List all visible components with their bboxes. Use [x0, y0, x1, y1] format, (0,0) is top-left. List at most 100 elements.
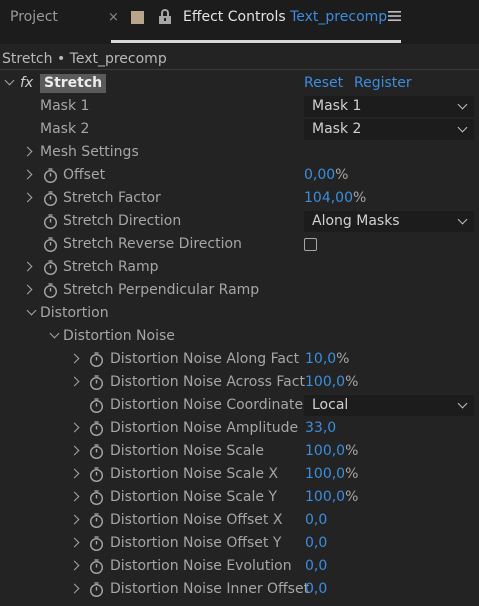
chevron-right-icon[interactable] — [22, 261, 33, 272]
tab-title-label: Effect Controls — [183, 9, 286, 25]
tab-effect-controls[interactable]: Effect Controls Text_precomp — [183, 9, 387, 25]
stopwatch-icon[interactable] — [89, 375, 104, 390]
lock-icon[interactable] — [158, 9, 172, 25]
property-group-distortion-noise[interactable]: Distortion Noise — [0, 325, 479, 348]
chevron-right-icon[interactable] — [69, 468, 80, 479]
fx-icon[interactable]: fx — [20, 72, 33, 95]
chevron-right-icon[interactable] — [22, 284, 33, 295]
dn-amplitude-value[interactable]: 33,0 — [305, 417, 336, 440]
value-unit: % — [336, 351, 350, 367]
chevron-down-icon[interactable] — [26, 305, 37, 316]
reset-link[interactable]: Reset — [304, 72, 343, 95]
stopwatch-icon[interactable] — [89, 559, 104, 574]
dn-scale-x-value[interactable]: 100,0% — [305, 463, 358, 486]
value-number: 100,0 — [305, 443, 346, 459]
stopwatch-icon[interactable] — [89, 467, 104, 482]
chevron-right-icon[interactable] — [69, 422, 80, 433]
tab-project[interactable]: Project — [10, 9, 58, 25]
property-group-distortion[interactable]: Distortion — [0, 302, 479, 325]
dn-offset-y-value[interactable]: 0,0 — [305, 532, 327, 555]
stretch-factor-value[interactable]: 104,00% — [304, 187, 366, 210]
panel-tab-bar: Project × Effect Controls Text_precomp — [0, 0, 479, 44]
stopwatch-icon[interactable] — [43, 260, 58, 275]
property-label: Stretch Factor — [63, 190, 161, 206]
breadcrumb: Stretch • Text_precomp — [0, 48, 479, 70]
property-label: Mask 1 — [40, 98, 90, 114]
stopwatch-icon[interactable] — [43, 168, 58, 183]
mask-2-dropdown[interactable]: Mask 2 — [304, 119, 474, 140]
value-unit: % — [345, 466, 359, 482]
chevron-right-icon[interactable] — [69, 353, 80, 364]
property-label: Distortion — [40, 305, 109, 321]
dropdown-value: Along Masks — [312, 213, 400, 229]
register-link[interactable]: Register — [354, 72, 412, 95]
stopwatch-icon[interactable] — [43, 237, 58, 252]
dn-along-value[interactable]: 10,0% — [305, 348, 349, 371]
property-group-stretch-ramp[interactable]: Stretch Ramp — [0, 256, 479, 279]
chevron-right-icon[interactable] — [69, 560, 80, 571]
stopwatch-icon[interactable] — [89, 536, 104, 551]
dropdown-value: Mask 2 — [312, 121, 362, 137]
property-row-stretch-factor: Stretch Factor 104,00% — [0, 187, 479, 210]
property-label: Distortion Noise Scale Y — [110, 489, 277, 505]
stopwatch-icon[interactable] — [89, 444, 104, 459]
dn-coordinate-dropdown[interactable]: Local — [304, 395, 474, 416]
dn-scale-y-value[interactable]: 100,0% — [305, 486, 358, 509]
chevron-right-icon[interactable] — [22, 146, 33, 157]
stopwatch-icon[interactable] — [89, 398, 104, 413]
stopwatch-icon[interactable] — [89, 582, 104, 597]
chevron-down-icon — [457, 398, 468, 409]
property-row-mask-1: Mask 1 Mask 1 — [0, 95, 479, 118]
chevron-right-icon[interactable] — [69, 491, 80, 502]
property-label: Distortion Noise Evolution — [110, 558, 292, 574]
dn-scale-value[interactable]: 100,0% — [305, 440, 358, 463]
property-label: Distortion Noise Coordinate — [110, 397, 304, 413]
chevron-right-icon[interactable] — [69, 376, 80, 387]
active-tab-indicator — [111, 40, 401, 43]
property-group-mesh-settings[interactable]: Mesh Settings — [0, 141, 479, 164]
chevron-right-icon[interactable] — [69, 583, 80, 594]
hamburger-menu-icon[interactable] — [388, 10, 401, 22]
dn-evolution-value[interactable]: 0,0 — [305, 555, 327, 578]
property-label: Stretch Ramp — [63, 259, 159, 275]
tab-close-button[interactable]: × — [108, 10, 119, 25]
chevron-right-icon[interactable] — [22, 192, 33, 203]
property-label: Distortion Noise Offset X — [110, 512, 283, 528]
stopwatch-icon[interactable] — [89, 352, 104, 367]
property-row-offset: Offset 0,00% — [0, 164, 479, 187]
offset-value[interactable]: 0,00% — [304, 164, 348, 187]
effect-properties-list: fx Stretch Reset Register Mask 1 Mask 1 … — [0, 72, 479, 601]
stretch-reverse-checkbox[interactable] — [304, 238, 317, 251]
chevron-right-icon[interactable] — [69, 445, 80, 456]
dn-offset-x-value[interactable]: 0,0 — [305, 509, 327, 532]
property-label: Distortion Noise Along Fact — [110, 351, 300, 367]
stopwatch-icon[interactable] — [89, 513, 104, 528]
property-group-stretch-perpendicular-ramp[interactable]: Stretch Perpendicular Ramp — [0, 279, 479, 302]
value-unit: % — [345, 489, 359, 505]
dn-across-value[interactable]: 100,0% — [305, 371, 358, 394]
property-label: Distortion Noise Across Fact — [110, 374, 305, 390]
panel-color-swatch[interactable] — [131, 11, 144, 24]
stopwatch-icon[interactable] — [43, 191, 58, 206]
property-label: Distortion Noise Offset Y — [110, 535, 282, 551]
chevron-down-icon[interactable] — [49, 328, 60, 339]
value-number: 100,0 — [305, 374, 346, 390]
effect-header-row[interactable]: fx Stretch Reset Register — [0, 72, 479, 95]
dn-inner-offset-value[interactable]: 0,0 — [305, 578, 327, 601]
chevron-right-icon[interactable] — [69, 537, 80, 548]
stopwatch-icon[interactable] — [89, 421, 104, 436]
chevron-right-icon[interactable] — [22, 169, 33, 180]
stretch-direction-dropdown[interactable]: Along Masks — [304, 211, 474, 232]
value-number: 0,00 — [304, 167, 336, 183]
property-row-dn-evolution: Distortion Noise Evolution 0,0 — [0, 555, 479, 578]
chevron-right-icon[interactable] — [69, 514, 80, 525]
effect-name[interactable]: Stretch — [40, 74, 107, 93]
stopwatch-icon[interactable] — [89, 490, 104, 505]
property-label: Stretch Perpendicular Ramp — [63, 282, 260, 298]
chevron-down-icon[interactable] — [4, 75, 15, 86]
chevron-down-icon — [457, 214, 468, 225]
property-label: Distortion Noise Inner Offset — [110, 581, 310, 597]
mask-1-dropdown[interactable]: Mask 1 — [304, 96, 474, 117]
stopwatch-icon[interactable] — [43, 283, 58, 298]
stopwatch-icon[interactable] — [43, 214, 58, 229]
